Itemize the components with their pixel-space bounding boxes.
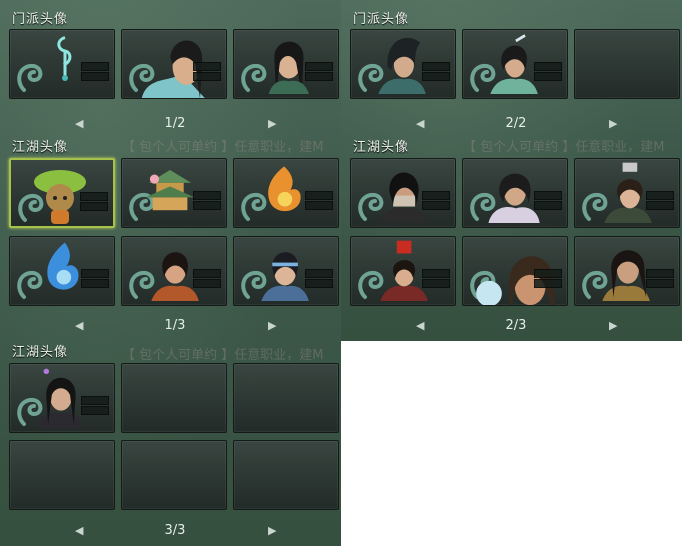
slot-bars	[534, 62, 562, 81]
avatar-slot-empty[interactable]	[233, 363, 339, 433]
avatar-slot-empty[interactable]	[574, 29, 680, 99]
slot-bars	[646, 269, 674, 288]
slot-bars	[422, 62, 450, 81]
prev-page-arrow[interactable]: ◀	[416, 319, 424, 332]
avatar-slot-empty[interactable]	[121, 363, 227, 433]
pager-jianghu-3: ◀ 3/3 ▶	[0, 522, 341, 540]
avatar-slot-sect-swordsman[interactable]	[233, 29, 339, 99]
slot-bars	[193, 62, 221, 81]
slot-bars	[646, 191, 674, 210]
pager-sect-2: ◀ 2/2 ▶	[341, 115, 682, 133]
avatar-panel-left: 门派头像 ◀ 1/2 ▶ 江湖头像 【 包个人可单约 】任意职业，建M ◀ 1/…	[0, 0, 341, 546]
page-indicator: 1/3	[164, 318, 186, 333]
avatar-slot-sect-emblem[interactable]	[9, 29, 115, 99]
slot-bars	[81, 269, 109, 288]
avatar-slot-flame-crest[interactable]	[233, 158, 339, 228]
slot-bars	[81, 62, 109, 81]
avatar-slot-long-hair-hero[interactable]	[574, 236, 680, 306]
prev-page-arrow[interactable]: ◀	[416, 117, 424, 130]
next-page-arrow[interactable]: ▶	[268, 319, 276, 332]
slot-bars	[305, 191, 333, 210]
avatar-slot-masked-assassin[interactable]	[350, 158, 456, 228]
avatar-slot-fur-collar-hero[interactable]	[462, 158, 568, 228]
slot-bars	[80, 192, 108, 211]
prev-page-arrow[interactable]: ◀	[75, 117, 83, 130]
avatar-slot-empty[interactable]	[9, 440, 115, 510]
page-indicator: 2/2	[505, 116, 527, 131]
page-indicator: 1/2	[164, 116, 186, 131]
slot-bars	[81, 396, 109, 415]
ghost-banner-text: 【 包个人可单约 】任意职业，建M	[122, 140, 324, 155]
slot-bars	[305, 62, 333, 81]
section-title-sect: 门派头像	[353, 12, 410, 27]
avatar-panel-right: 门派头像 ◀ 2/2 ▶ 江湖头像 【 包个人可单约 】任意职业，建M ◀ 2/…	[341, 0, 682, 341]
next-page-arrow[interactable]: ▶	[609, 117, 617, 130]
pager-jianghu-2: ◀ 2/3 ▶	[341, 317, 682, 335]
avatar-slot-leaf-mascot[interactable]	[9, 158, 115, 228]
avatar-slot-curly-hair-lady[interactable]	[462, 236, 568, 306]
avatar-slot-empty[interactable]	[121, 440, 227, 510]
avatar-slot-red-hat-official[interactable]	[350, 236, 456, 306]
slot-bars	[534, 269, 562, 288]
slot-bars	[193, 269, 221, 288]
pager-jianghu-1: ◀ 1/3 ▶	[0, 317, 341, 335]
next-page-arrow[interactable]: ▶	[609, 319, 617, 332]
slot-bars	[534, 191, 562, 210]
avatar-slot-green-disciple[interactable]	[462, 29, 568, 99]
section-title-jianghu: 江湖头像	[12, 140, 69, 155]
page-indicator: 2/3	[505, 318, 527, 333]
section-title-sect: 门派头像	[12, 12, 69, 27]
section-title-jianghu: 江湖头像	[353, 140, 410, 155]
avatar-slot-crowned-youth[interactable]	[574, 158, 680, 228]
avatar-slot-hooded-warrior[interactable]	[350, 29, 456, 99]
prev-page-arrow[interactable]: ◀	[75, 319, 83, 332]
slot-bars	[193, 191, 221, 210]
next-page-arrow[interactable]: ▶	[268, 524, 276, 537]
next-page-arrow[interactable]: ▶	[268, 117, 276, 130]
ghost-banner-text: 【 包个人可单约 】任意职业，建M	[463, 140, 665, 155]
avatar-slot-sect-master[interactable]	[121, 29, 227, 99]
avatar-slot-water-crest[interactable]	[9, 236, 115, 306]
slot-bars	[422, 269, 450, 288]
section-title-jianghu: 江湖头像	[12, 345, 69, 360]
avatar-slot-dark-hair-hero[interactable]	[9, 363, 115, 433]
ghost-banner-text: 【 包个人可单约 】任意职业，建M	[122, 348, 324, 363]
slot-bars	[422, 191, 450, 210]
avatar-slot-empty[interactable]	[233, 440, 339, 510]
slot-bars	[305, 269, 333, 288]
page-indicator: 3/3	[164, 523, 186, 538]
avatar-slot-pagoda[interactable]	[121, 158, 227, 228]
avatar-slot-headband-hero[interactable]	[233, 236, 339, 306]
pager-sect-1: ◀ 1/2 ▶	[0, 115, 341, 133]
sect-emblem-icon	[57, 36, 72, 81]
avatar-slot-young-hero[interactable]	[121, 236, 227, 306]
prev-page-arrow[interactable]: ◀	[75, 524, 83, 537]
